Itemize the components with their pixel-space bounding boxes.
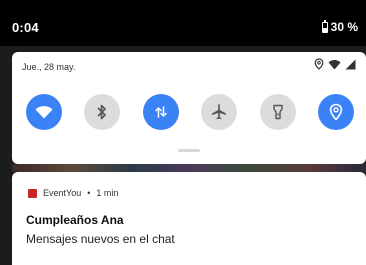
- background-wallpaper-strip: [12, 164, 366, 172]
- notification-text: Mensajes nuevos en el chat: [26, 232, 175, 246]
- status-bar: 0:04 30 %: [0, 0, 366, 46]
- app-name: EventYou: [43, 188, 82, 198]
- data-transfer-icon: [155, 106, 167, 118]
- notification-card[interactable]: EventYou • 1 min Cumpleaños Ana Mensajes…: [12, 172, 366, 265]
- location-tile[interactable]: [318, 94, 354, 130]
- airplane-icon: [212, 104, 226, 120]
- notification-time: 1 min: [96, 188, 119, 198]
- flashlight-icon: [273, 104, 283, 120]
- mobile-data-tile[interactable]: [143, 94, 179, 130]
- qs-status-icons: [314, 58, 356, 70]
- notification-header: EventYou • 1 min: [28, 188, 118, 198]
- bluetooth-tile[interactable]: [84, 94, 120, 130]
- quick-settings-tiles: [26, 94, 354, 130]
- app-icon: [28, 188, 37, 198]
- drag-handle[interactable]: [178, 149, 200, 152]
- battery-icon: [321, 19, 328, 33]
- status-right: 30 %: [321, 19, 358, 34]
- flashlight-tile[interactable]: [260, 94, 296, 130]
- location-icon: [314, 58, 324, 70]
- wifi-tile[interactable]: [26, 94, 62, 130]
- airplane-mode-tile[interactable]: [201, 94, 237, 130]
- wifi-icon: [328, 59, 341, 69]
- wifi-icon: [35, 106, 53, 119]
- status-time: 0:04: [12, 20, 39, 35]
- battery-percent: 30 %: [330, 20, 358, 34]
- quick-settings-panel: Jue., 28 may.: [12, 52, 366, 164]
- location-icon: [329, 103, 343, 121]
- bluetooth-icon: [97, 104, 106, 120]
- notification-title: Cumpleaños Ana: [26, 213, 124, 227]
- signal-icon: [345, 59, 356, 69]
- separator: •: [87, 188, 91, 198]
- qs-date[interactable]: Jue., 28 may.: [22, 62, 75, 72]
